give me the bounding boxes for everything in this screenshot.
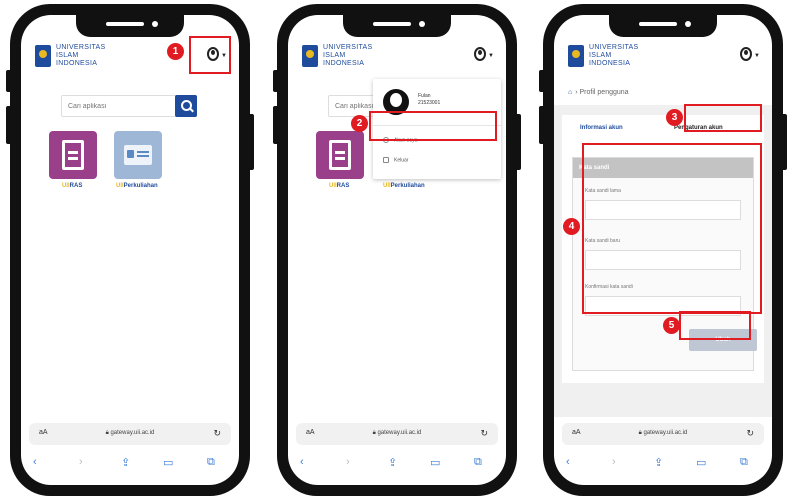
power-button bbox=[781, 114, 787, 170]
app-tile-ras[interactable] bbox=[49, 131, 97, 179]
university-name: UNIVERSITAS ISLAM INDONESIA bbox=[589, 44, 639, 67]
user-menu-button[interactable]: ▼ bbox=[472, 47, 494, 65]
reload-icon[interactable]: ↻ bbox=[746, 428, 754, 439]
share-icon[interactable]: ⇪ bbox=[654, 456, 663, 469]
document-icon bbox=[62, 140, 84, 170]
tabs-icon[interactable]: ⧉ bbox=[740, 456, 748, 469]
id-card-icon bbox=[124, 145, 152, 165]
forward-icon[interactable]: › bbox=[346, 456, 350, 468]
step-badge-3: 3 bbox=[666, 109, 683, 126]
search-button[interactable] bbox=[175, 95, 197, 117]
bookmarks-icon[interactable]: ▭ bbox=[696, 456, 706, 469]
app-tile-ras[interactable] bbox=[316, 131, 364, 179]
phone-notch bbox=[343, 15, 451, 37]
step-badge-1: 1 bbox=[167, 43, 184, 60]
bookmarks-icon[interactable]: ▭ bbox=[163, 456, 173, 469]
reload-icon[interactable]: ↻ bbox=[480, 428, 488, 439]
tabs-icon[interactable]: ⧉ bbox=[474, 456, 482, 469]
highlight-account-menu bbox=[369, 111, 497, 141]
chevron-down-icon: ▼ bbox=[754, 53, 760, 59]
tab-account-info[interactable]: Informasi akun bbox=[580, 125, 623, 131]
step-badge-4: 4 bbox=[563, 218, 580, 235]
document-icon bbox=[329, 140, 351, 170]
highlight-settings-tab bbox=[684, 104, 762, 132]
url-text: 🔒︎ gateway.uii.ac.id bbox=[372, 430, 422, 436]
tutorial-stage: UNIVERSITASISLAMINDONESIA ▼ UIIRAS UIIPe… bbox=[0, 0, 793, 498]
share-icon[interactable]: ⇪ bbox=[388, 456, 397, 469]
university-name: UNIVERSITAS ISLAM INDONESIA bbox=[56, 44, 106, 67]
logout-icon bbox=[383, 157, 389, 163]
breadcrumb: ⌂ › Profil pengguna bbox=[568, 89, 629, 96]
safari-toolbar: ‹ › ⇪ ▭ ⧉ bbox=[554, 453, 772, 475]
back-icon[interactable]: ‹ bbox=[566, 456, 570, 468]
app-label-perkuliahan[interactable]: UIIPerkuliahan bbox=[116, 183, 158, 189]
app-label-ras[interactable]: UIIRAS bbox=[329, 183, 349, 189]
safari-address-bar[interactable]: aA 🔒︎ gateway.uii.ac.id ↻ bbox=[29, 423, 231, 445]
app-header: UNIVERSITAS ISLAM INDONESIA ▼ bbox=[288, 41, 506, 81]
volume-button bbox=[273, 106, 279, 144]
forward-icon[interactable]: › bbox=[79, 456, 83, 468]
share-icon[interactable]: ⇪ bbox=[121, 456, 130, 469]
step-badge-5: 5 bbox=[663, 317, 680, 334]
tabs-icon[interactable]: ⧉ bbox=[207, 456, 215, 469]
search-input[interactable] bbox=[62, 96, 174, 116]
app-search bbox=[61, 95, 197, 117]
menu-item-logout[interactable]: Keluar bbox=[383, 157, 408, 163]
phone-notch bbox=[609, 15, 717, 37]
app-label-ras[interactable]: UIIRAS bbox=[62, 183, 82, 189]
volume-button bbox=[6, 70, 12, 92]
university-name: UNIVERSITAS ISLAM INDONESIA bbox=[323, 44, 373, 67]
back-icon[interactable]: ‹ bbox=[300, 456, 304, 468]
highlight-submit-button bbox=[679, 311, 751, 340]
highlight-user-button bbox=[189, 36, 231, 74]
phone-1: UNIVERSITASISLAMINDONESIA ▼ UIIRAS UIIPe… bbox=[6, 4, 254, 496]
uii-logo bbox=[568, 45, 584, 67]
uii-logo bbox=[35, 45, 51, 67]
volume-button bbox=[273, 70, 279, 92]
app-tile-perkuliahan[interactable] bbox=[114, 131, 162, 179]
url-text: 🔒︎ gateway.uii.ac.id bbox=[638, 430, 688, 436]
uii-logo bbox=[302, 45, 318, 67]
safari-toolbar: ‹ › ⇪ ▭ ⧉ bbox=[288, 453, 506, 475]
reload-icon[interactable]: ↻ bbox=[213, 428, 221, 439]
bookmarks-icon[interactable]: ▭ bbox=[430, 456, 440, 469]
phone-screen: UNIVERSITASISLAMINDONESIA ▼ UIIRAS UIIPe… bbox=[288, 15, 506, 485]
back-icon[interactable]: ‹ bbox=[33, 456, 37, 468]
forward-icon[interactable]: › bbox=[612, 456, 616, 468]
chevron-down-icon: ▼ bbox=[488, 53, 494, 59]
safari-address-bar[interactable]: aA 🔒︎ gateway.uii.ac.id ↻ bbox=[562, 423, 764, 445]
phone-screen: UNIVERSITASISLAMINDONESIA ▼ UIIRAS UIIPe… bbox=[21, 15, 239, 485]
phone-notch bbox=[76, 15, 184, 37]
safari-address-bar[interactable]: aA 🔒︎ gateway.uii.ac.id ↻ bbox=[296, 423, 498, 445]
app-label-perkuliahan[interactable]: UIIPerkuliahan bbox=[383, 183, 425, 189]
url-text: 🔒︎ gateway.uii.ac.id bbox=[105, 430, 155, 436]
volume-button bbox=[539, 106, 545, 144]
power-button bbox=[515, 114, 521, 170]
step-badge-2: 2 bbox=[351, 115, 368, 132]
power-button bbox=[248, 114, 254, 170]
app-header: UNIVERSITAS ISLAM INDONESIA ▼ bbox=[554, 41, 772, 81]
user-icon bbox=[740, 47, 752, 61]
user-icon bbox=[474, 47, 486, 61]
safari-toolbar: ‹ › ⇪ ▭ ⧉ bbox=[21, 453, 239, 475]
home-icon[interactable]: ⌂ bbox=[568, 89, 572, 96]
user-menu-button[interactable]: ▼ bbox=[738, 47, 760, 65]
phone-2: UNIVERSITASISLAMINDONESIA ▼ UIIRAS UIIPe… bbox=[273, 4, 521, 496]
highlight-password-form bbox=[582, 143, 762, 314]
volume-button bbox=[539, 70, 545, 92]
volume-button bbox=[6, 106, 12, 144]
user-info: Fulan 21523001 bbox=[418, 93, 441, 106]
